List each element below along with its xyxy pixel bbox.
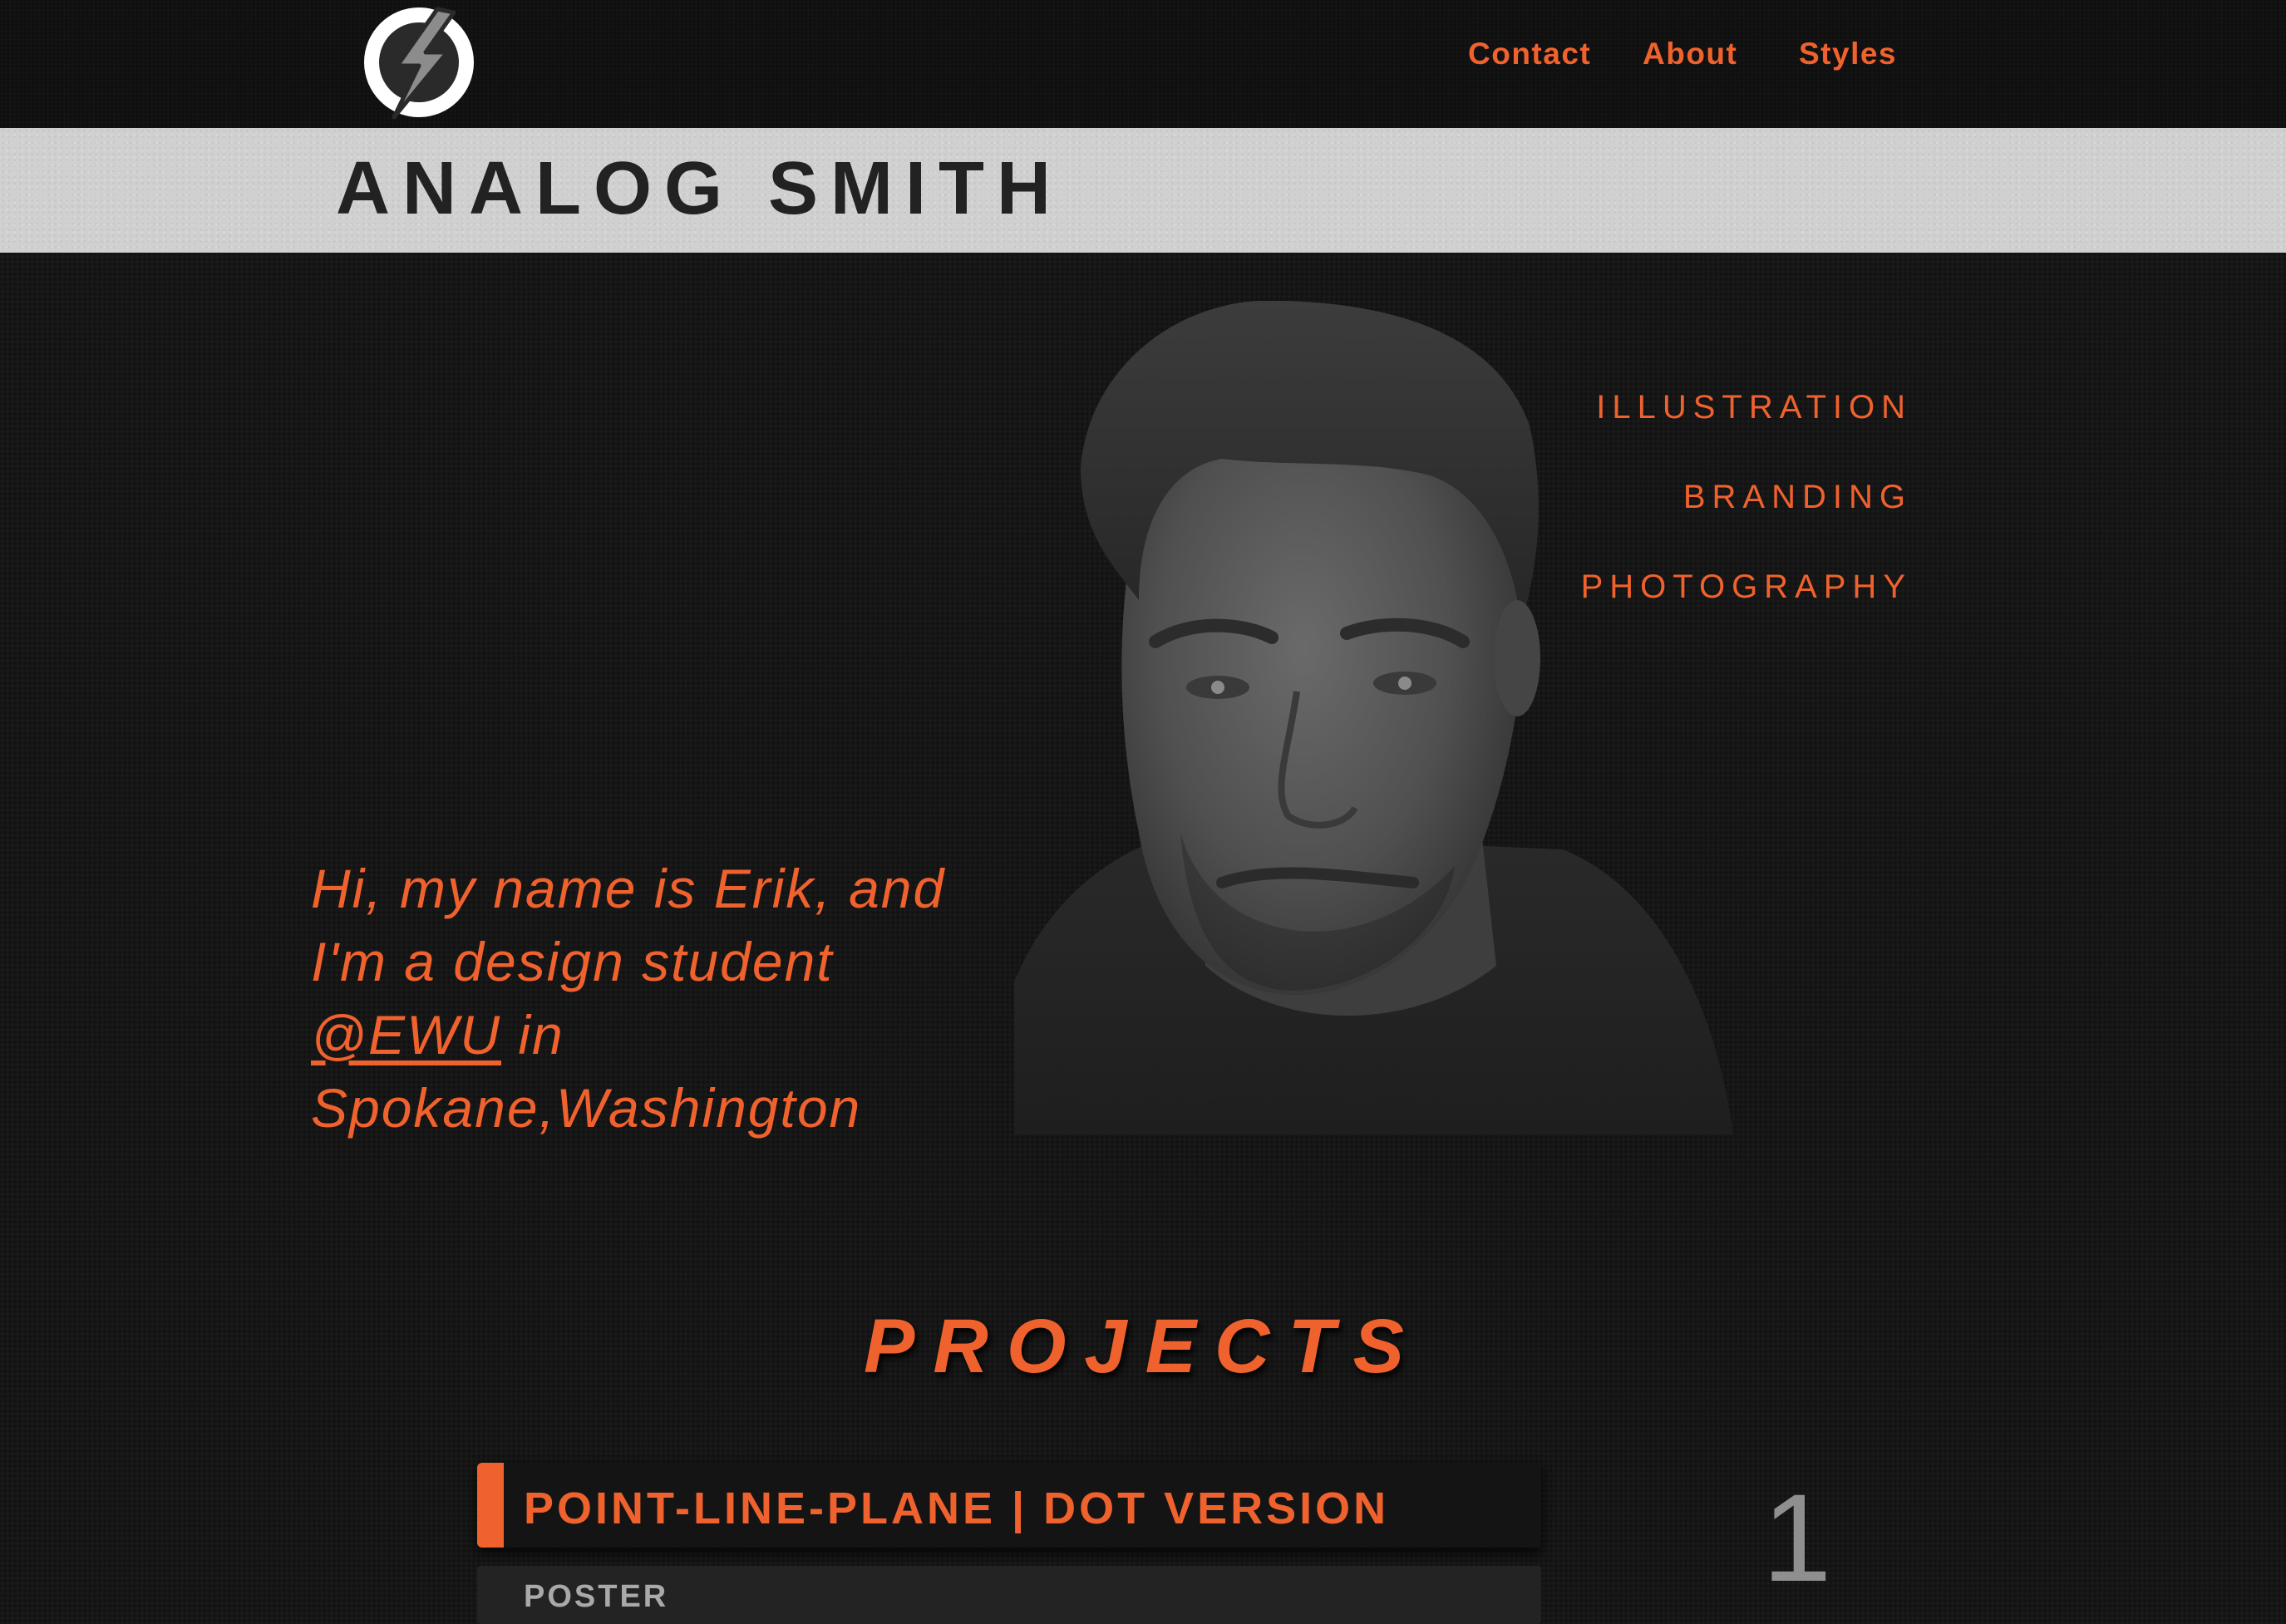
category-illustration-link[interactable]: ILLUSTRATION <box>1440 384 1912 474</box>
project-number: 1 <box>1762 1468 1832 1607</box>
top-navigation-bar: Contact About Styles <box>0 0 2286 128</box>
intro-line-4: Spokane,Washington <box>311 1077 862 1139</box>
nav-about-link[interactable]: About <box>1643 37 1737 71</box>
project-subtitle: POSTER <box>524 1579 669 1614</box>
nav-styles-link[interactable]: Styles <box>1799 37 1897 71</box>
intro-line-2: I'm a design student <box>311 931 834 992</box>
title-band: ANALOG SMITH <box>0 128 2286 253</box>
project-subtitle-bar: POSTER <box>477 1566 1541 1624</box>
intro-line-1: Hi, my name is Erik, and <box>311 858 946 919</box>
projects-heading: PROJECTS <box>864 1304 1422 1389</box>
category-nav: ILLUSTRATION BRANDING PHOTOGRAPHY <box>1440 384 1905 653</box>
site-title: ANALOG SMITH <box>336 147 1063 230</box>
ewu-link[interactable]: @EWU <box>311 1004 501 1065</box>
nav-contact-link[interactable]: Contact <box>1468 37 1591 71</box>
project-card[interactable]: POINT-LINE-PLANE | DOT VERSION <box>477 1463 1541 1548</box>
intro-text: Hi, my name is Erik, and I'm a design st… <box>311 852 976 1144</box>
category-branding-link[interactable]: BRANDING <box>1440 474 1912 563</box>
main-nav: Contact About Styles <box>0 37 2286 86</box>
project-accent-bar <box>477 1463 504 1548</box>
intro-line-3-suffix: in <box>500 1004 564 1065</box>
project-title: POINT-LINE-PLANE | DOT VERSION <box>524 1484 1390 1533</box>
category-photography-link[interactable]: PHOTOGRAPHY <box>1440 563 1912 653</box>
